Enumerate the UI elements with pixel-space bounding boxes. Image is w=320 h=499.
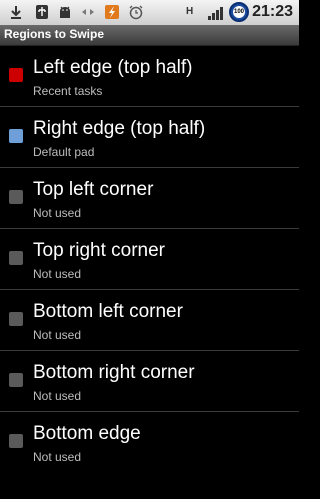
region-action: Not used (33, 389, 82, 403)
title-bar: Regions to Swipe (0, 25, 299, 46)
signal-icon (207, 4, 227, 20)
battery-level: 100 (233, 6, 245, 18)
region-color-swatch (9, 251, 23, 265)
region-action: Not used (33, 267, 82, 281)
region-item-right-edge-top-half[interactable]: Right edge (top half) Default pad (0, 107, 299, 168)
alarm-clock-icon (129, 5, 143, 20)
region-action: Not used (33, 328, 82, 342)
region-label: Bottom left corner (33, 301, 183, 322)
region-label: Right edge (top half) (33, 118, 206, 139)
region-action: Default pad (33, 145, 95, 159)
region-action: Recent tasks (33, 84, 103, 98)
region-item-bottom-edge[interactable]: Bottom edge Not used (0, 412, 299, 472)
usb-icon (36, 5, 48, 19)
status-bar: H 100 21:23 (0, 0, 299, 26)
region-label: Bottom right corner (33, 362, 195, 383)
region-color-swatch (9, 373, 23, 387)
region-color-swatch (9, 68, 23, 82)
regions-list: Left edge (top half) Recent tasks Right … (0, 46, 299, 472)
region-item-bottom-right-corner[interactable]: Bottom right corner Not used (0, 351, 299, 412)
android-debug-icon (60, 6, 70, 18)
page-title: Regions to Swipe (4, 27, 105, 41)
flash-app-icon (105, 5, 119, 19)
region-color-swatch (9, 190, 23, 204)
region-color-swatch (9, 434, 23, 448)
region-label: Left edge (top half) (33, 57, 193, 78)
region-color-swatch (9, 312, 23, 326)
network-type-indicator: H (186, 6, 194, 17)
region-action: Not used (33, 206, 82, 220)
region-label: Top right corner (33, 240, 166, 261)
region-item-left-edge-top-half[interactable]: Left edge (top half) Recent tasks (0, 46, 299, 107)
download-icon (11, 6, 21, 19)
region-label: Bottom edge (33, 423, 141, 444)
region-color-swatch (9, 129, 23, 143)
region-item-top-left-corner[interactable]: Top left corner Not used (0, 168, 299, 229)
region-item-top-right-corner[interactable]: Top right corner Not used (0, 229, 299, 290)
region-label: Top left corner (33, 179, 154, 200)
region-action: Not used (33, 450, 82, 464)
status-time: 21:23 (252, 3, 293, 20)
region-item-bottom-left-corner[interactable]: Bottom left corner Not used (0, 290, 299, 351)
sync-icon (82, 9, 94, 15)
battery-icon: 100 (229, 2, 249, 22)
